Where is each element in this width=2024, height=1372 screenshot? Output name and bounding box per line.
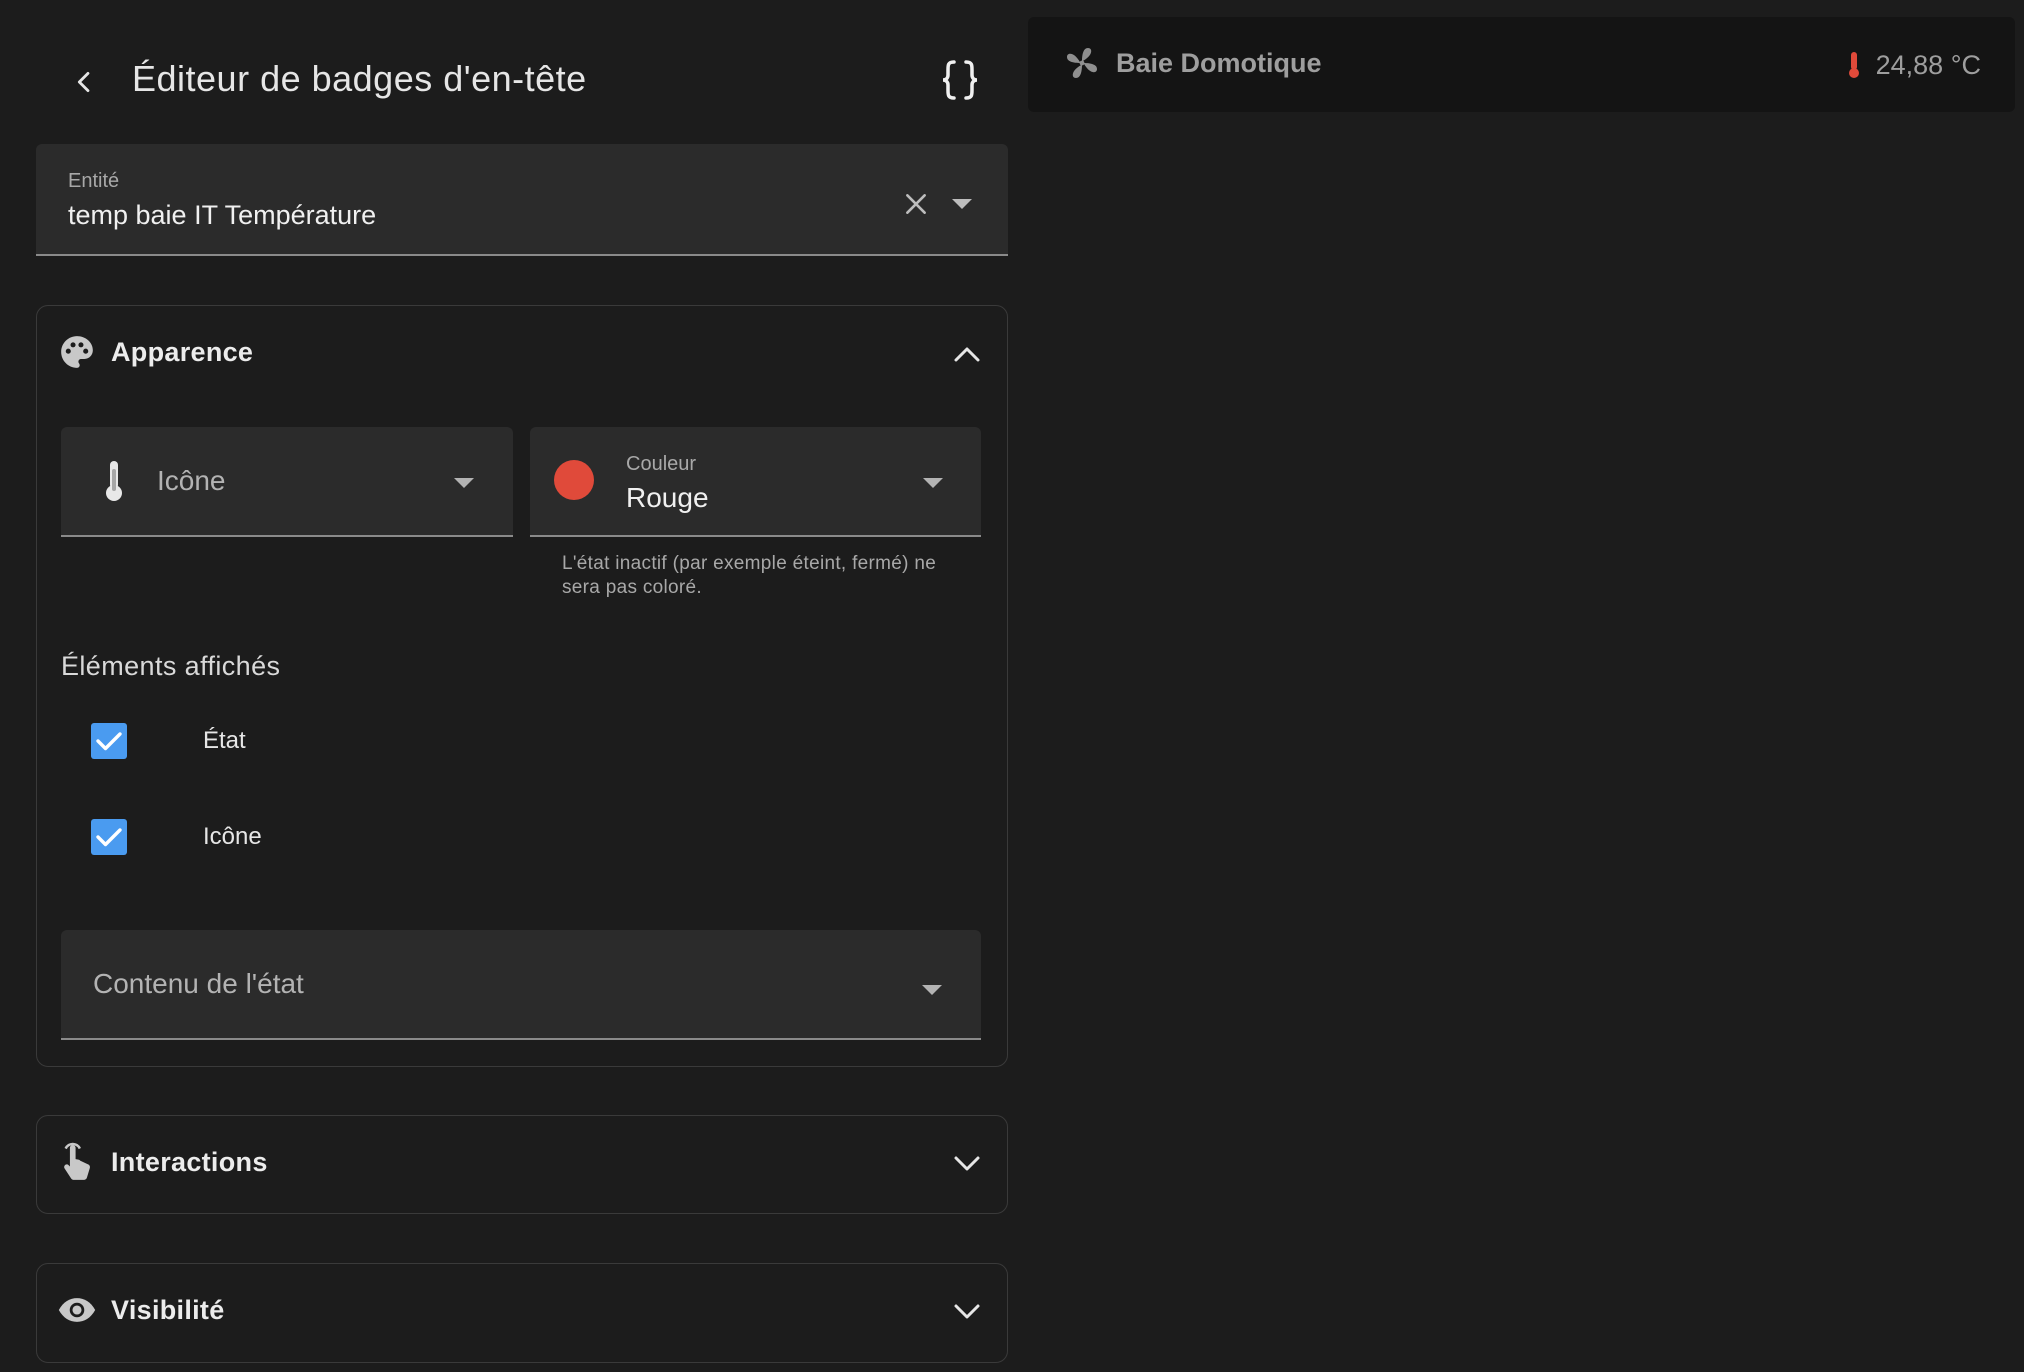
icon-checkbox[interactable] [91, 819, 127, 855]
visibility-panel: Visibilité [36, 1263, 1008, 1363]
color-select-label: Couleur [626, 453, 697, 475]
checkbox-row-icon[interactable]: Icône [91, 815, 491, 859]
check-icon [96, 732, 122, 751]
state-content-placeholder: Contenu de l'état [93, 968, 304, 999]
icon-select[interactable]: Icône [61, 427, 513, 537]
chevron-up-icon [949, 336, 985, 372]
interactions-panel-header[interactable]: Interactions [37, 1116, 1007, 1212]
entity-clear-button[interactable] [898, 186, 934, 222]
state-content-select[interactable]: Contenu de l'état [61, 930, 981, 1040]
entity-value[interactable]: temp baie IT Température [68, 200, 376, 231]
temperature-badge[interactable]: 24,88 °C [1846, 45, 1981, 85]
badge-editor: Éditeur de badges d'en-tête Entité temp … [0, 0, 1020, 1372]
close-icon [906, 194, 926, 214]
thermometer-icon [1848, 52, 1859, 78]
page-title: Éditeur de badges d'en-tête [132, 58, 587, 99]
entity-dropdown-button[interactable] [944, 186, 980, 222]
check-icon [96, 828, 122, 847]
dropdown-caret-icon [922, 985, 942, 995]
eye-icon [57, 1290, 97, 1330]
gesture-tap-icon [57, 1142, 97, 1182]
chevron-down-icon [949, 1294, 985, 1330]
checkbox-row-state[interactable]: État [91, 719, 491, 763]
code-editor-toggle-button[interactable] [935, 55, 985, 105]
arrow-left-icon [77, 71, 90, 93]
appearance-title: Apparence [111, 337, 254, 367]
state-checkbox[interactable] [91, 723, 127, 759]
dropdown-caret-icon [454, 478, 474, 488]
badge-preview: Baie Domotique 24,88 °C [1028, 17, 2015, 112]
interactions-title: Interactions [111, 1147, 268, 1177]
visibility-title: Visibilité [111, 1295, 225, 1325]
thermometer-icon [106, 461, 122, 501]
dropdown-caret-icon [923, 478, 943, 488]
temperature-value: 24,88 °C [1875, 49, 1981, 80]
interactions-panel: Interactions [36, 1115, 1008, 1214]
fan-icon [1067, 48, 1097, 78]
icon-checkbox-label: Icône [203, 823, 262, 850]
appearance-panel: Apparence Icône Couleur Rouge L'état ina… [36, 305, 1008, 1067]
color-select-value: Rouge [626, 482, 709, 513]
state-checkbox-label: État [203, 727, 246, 754]
color-helper-text: L'état inactif (par exemple éteint, ferm… [562, 553, 937, 598]
entity-field[interactable]: Entité temp baie IT Température [36, 144, 1008, 256]
back-button[interactable] [62, 60, 106, 104]
chevron-down-icon [949, 1146, 985, 1182]
editor-header: Éditeur de badges d'en-tête [0, 0, 1020, 150]
palette-icon [57, 332, 97, 372]
preview-title: Baie Domotique [1116, 48, 1322, 78]
appearance-panel-header[interactable]: Apparence [37, 306, 1007, 402]
visibility-panel-header[interactable]: Visibilité [37, 1264, 1007, 1360]
color-swatch [554, 460, 594, 500]
color-select[interactable]: Couleur Rouge [530, 427, 981, 537]
displayed-elements-label: Éléments affichés [61, 651, 281, 681]
code-braces-icon [942, 60, 978, 100]
entity-label: Entité [68, 170, 120, 192]
chevron-down-icon [952, 199, 972, 209]
icon-select-placeholder: Icône [157, 465, 226, 496]
